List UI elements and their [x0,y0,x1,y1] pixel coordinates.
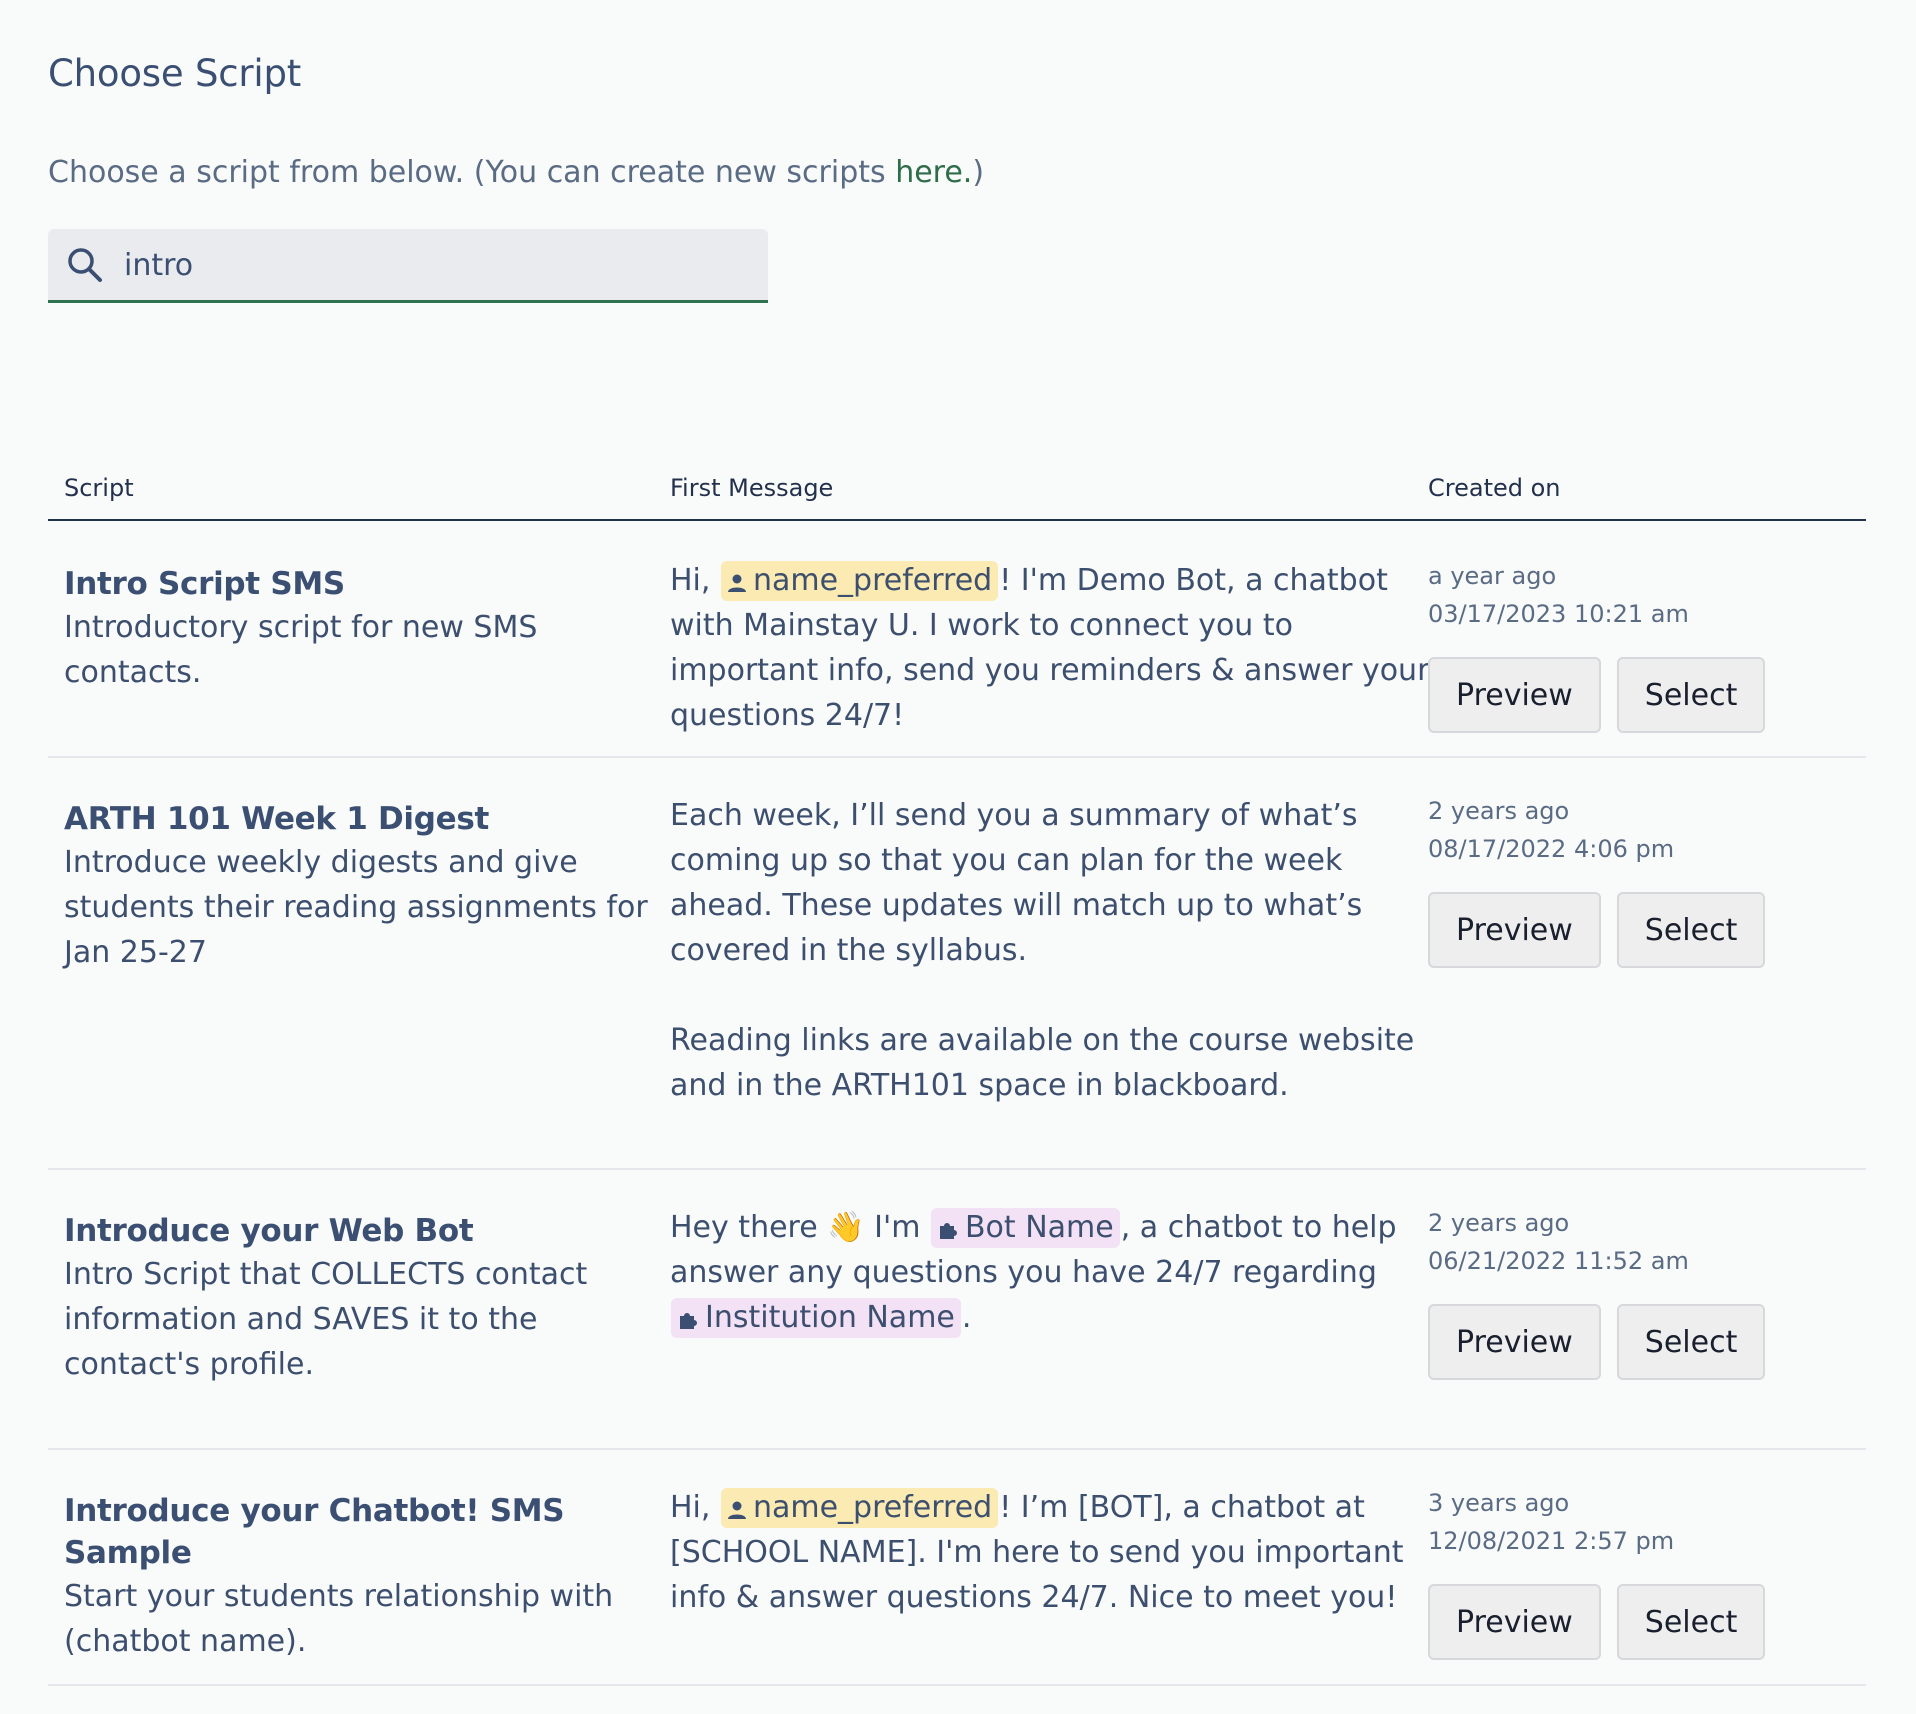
choose-script-page: Choose Script Choose a script from below… [0,0,1916,1714]
message-paragraph: Each week, I’ll send you a summary of wh… [670,798,1363,968]
row-actions: Preview Select [1428,1584,1848,1660]
bot-variable-chip: Bot Name [930,1208,1120,1248]
puzzle-icon [939,1223,957,1239]
created-date: 12/08/2021 2:57 pm [1428,1527,1675,1555]
script-cell: Intro Script SMS Introductory script for… [64,563,664,695]
created-cell: 3 years ago 12/08/2021 2:57 pm Preview S… [1428,1484,1848,1660]
first-message: Each week, I’ll send you a summary of wh… [670,793,1440,1108]
table-row: Introduce your Web Bot Intro Script that… [48,1170,1866,1450]
created-cell: 2 years ago 06/21/2022 11:52 am Preview … [1428,1204,1848,1380]
message-text: . [961,1300,972,1335]
row-actions: Preview Select [1428,657,1848,733]
table-row: Introduce your Chatbot! SMS Sample Start… [48,1450,1866,1686]
search-box[interactable] [48,229,768,303]
created-date: 08/17/2022 4:06 pm [1428,835,1675,863]
created-relative: a year ago [1428,562,1557,590]
row-actions: Preview Select [1428,1304,1848,1380]
script-cell: Introduce your Web Bot Intro Script that… [64,1210,664,1387]
created-date: 06/21/2022 11:52 am [1428,1247,1689,1275]
user-variable-chip: name_preferred [720,1488,999,1528]
chip-label: Institution Name [705,1300,955,1335]
script-name: Introduce your Web Bot [64,1213,474,1249]
select-button[interactable]: Select [1616,1304,1766,1380]
puzzle-icon [680,1313,697,1329]
script-name: Introduce your Chatbot! SMS Sample [64,1493,565,1571]
column-header-script[interactable]: Script [64,474,134,502]
chip-label: Bot Name [964,1210,1114,1245]
person-icon [727,1501,746,1519]
search-icon [66,246,104,284]
table-row: Intro Script SMS Introductory script for… [48,523,1866,758]
created-cell: 2 years ago 08/17/2022 4:06 pm Preview S… [1428,792,1848,968]
message-text: I'm [864,1210,930,1245]
bot-variable-chip: Institution Name [671,1298,961,1338]
search-input[interactable] [124,239,744,291]
select-button[interactable]: Select [1616,657,1766,733]
script-description: Intro Script that COLLECTS contact infor… [64,1257,588,1382]
created-cell: a year ago 03/17/2023 10:21 am Preview S… [1428,557,1848,733]
first-message: Hi, name_preferred! I’m [BOT], a chatbot… [670,1485,1440,1620]
column-header-first-message[interactable]: First Message [670,474,833,502]
user-variable-chip: name_preferred [720,561,999,601]
script-description: Introductory script for new SMS contacts… [64,610,538,690]
column-header-created-on[interactable]: Created on [1428,474,1561,502]
script-name: Intro Script SMS [64,566,345,602]
preview-button[interactable]: Preview [1428,892,1601,968]
chip-label: name_preferred [752,563,993,598]
subtitle-suffix: ) [972,155,985,190]
created-date: 03/17/2023 10:21 am [1428,600,1689,628]
table-row: ARTH 101 Week 1 Digest Introduce weekly … [48,758,1866,1170]
preview-button[interactable]: Preview [1428,1304,1601,1380]
message-text: Hi, [670,563,720,598]
script-name: ARTH 101 Week 1 Digest [64,801,490,837]
person-icon [727,574,746,592]
script-description: Start your students relationship with (c… [64,1579,614,1659]
message-paragraph: Reading links are available on the cours… [670,1023,1415,1103]
message-text: Hi, [670,1490,720,1525]
subtitle-text: Choose a script from below. (You can cre… [48,155,896,190]
select-button[interactable]: Select [1616,892,1766,968]
message-text: Hey there [670,1210,828,1245]
chip-label: name_preferred [752,1490,993,1525]
preview-button[interactable]: Preview [1428,1584,1601,1660]
first-message: Hey there 👋 I'm Bot Name, a chatbot to h… [670,1205,1440,1340]
script-cell: Introduce your Chatbot! SMS Sample Start… [64,1490,664,1664]
script-description: Introduce weekly digests and give studen… [64,845,648,970]
script-cell: ARTH 101 Week 1 Digest Introduce weekly … [64,798,664,975]
table-header: Script First Message Created on [48,468,1866,521]
preview-button[interactable]: Preview [1428,657,1601,733]
page-title: Choose Script [48,52,302,95]
select-button[interactable]: Select [1616,1584,1766,1660]
waving-hand-emoji: 👋 [827,1210,865,1245]
page-subtitle: Choose a script from below. (You can cre… [48,155,984,190]
created-relative: 2 years ago [1428,1209,1570,1237]
created-relative: 3 years ago [1428,1489,1570,1517]
created-relative: 2 years ago [1428,797,1570,825]
row-actions: Preview Select [1428,892,1848,968]
first-message: Hi, name_preferred! I'm Demo Bot, a chat… [670,558,1440,738]
create-script-link[interactable]: here. [895,155,972,190]
